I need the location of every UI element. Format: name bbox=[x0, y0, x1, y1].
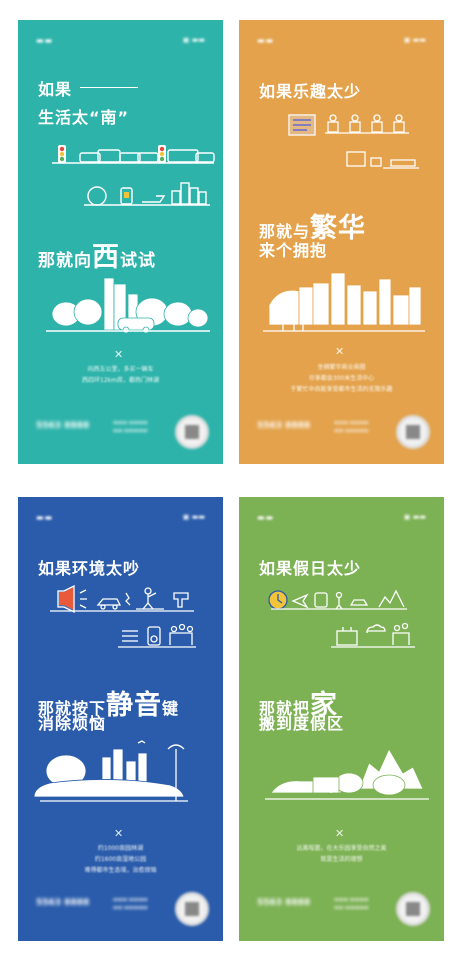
quiet-park-illustration bbox=[33, 740, 188, 802]
poster-fun: ▬▬ ▣ ▬▬ 如果乐趣太少 那就与繁华 来个拥抱 ✕ 坐拥繁华商业商圈 尽享都… bbox=[239, 20, 444, 464]
project-logo: ▣ ▬▬ bbox=[182, 36, 205, 44]
headline-line1: 如果环境太吵 bbox=[38, 559, 141, 578]
qr-code bbox=[175, 415, 209, 449]
headline-rule bbox=[80, 87, 138, 88]
body-line: 尽享都会300米生活中心 bbox=[308, 375, 375, 382]
body-line: 向西五公里，多买一辆车 bbox=[87, 366, 154, 373]
project-logo: ▣ ▬▬ bbox=[403, 513, 426, 521]
brand-logo: ▬▬ bbox=[36, 513, 54, 522]
resort-illustration bbox=[265, 748, 429, 800]
poster-south: ▬▬ ▣ ▬▬ 如果 生活太“南” 那就向西试试 ✕ 向西五公里，多买一辆车 西… bbox=[18, 20, 223, 464]
office-boredom-illustration bbox=[288, 114, 419, 169]
body-line: 约1000亩园林湖 bbox=[97, 845, 144, 852]
qr-code bbox=[396, 415, 430, 449]
headline-line1: 如果乐趣太少 bbox=[259, 82, 362, 101]
headline-line1: 如果 bbox=[38, 80, 73, 99]
traffic-jam-illustration bbox=[52, 145, 215, 206]
poster-holiday: ▬▬ ▣ ▬▬ 如果假日太少 那就把家 搬到度假区 ✕ 远离喧嚣，在大乐园享受自… bbox=[239, 497, 444, 941]
qr-code bbox=[175, 892, 209, 926]
phone-number: 5563 8888 bbox=[36, 898, 90, 908]
body-copy: 坐拥繁华商业商圈 尽享都会300米生活中心 于繁忙中自能享受都市生活的无限乐趣 bbox=[239, 362, 444, 395]
phone-number: 5563 8888 bbox=[257, 898, 311, 908]
travel-illustration bbox=[268, 589, 415, 648]
headline-line2: 生活太“南” bbox=[38, 108, 130, 127]
body-copy: 向西五公里，多买一辆车 西四环12km房，都热门林湖 bbox=[18, 364, 223, 386]
body-line: 远离喧嚣，在大乐园享受自然之美 bbox=[296, 845, 387, 852]
brand-logo: ▬▬ bbox=[257, 36, 275, 45]
headline-line1: 如果假日太少 bbox=[259, 559, 362, 578]
body-line: 于繁忙中自能享受都市生活的无限乐趣 bbox=[290, 386, 393, 393]
park-skyline-illustration bbox=[46, 277, 210, 334]
cta-highlight: 西 bbox=[92, 242, 120, 273]
cta-headline: 那就向西试试 bbox=[38, 235, 156, 274]
body-line: 就是生活的理想 bbox=[320, 856, 363, 863]
divider-cross-icon: ✕ bbox=[335, 345, 345, 358]
body-line: 难得都市生态境，治愈烦恼 bbox=[84, 867, 157, 874]
body-line: 坐拥繁华商业商圈 bbox=[317, 364, 366, 371]
cta-pre: 那就向 bbox=[38, 251, 92, 271]
phone-number: 5563 8888 bbox=[36, 421, 90, 431]
body-line: 西四环12km房，都热门林湖 bbox=[82, 377, 159, 384]
divider-cross-icon: ✕ bbox=[335, 827, 345, 840]
body-copy: 约1000亩园林湖 约1600亩湿地公园 难得都市生态境，治愈烦恼 bbox=[18, 843, 223, 876]
brand-logo: ▬▬ bbox=[36, 36, 54, 45]
city-hug-illustration bbox=[263, 272, 425, 332]
cta-line2: 来个拥抱 bbox=[259, 241, 328, 260]
qr-code bbox=[396, 892, 430, 926]
project-logo: ▣ ▬▬ bbox=[182, 513, 205, 521]
cta-line2: 消除烦恼 bbox=[38, 714, 107, 733]
poster-noise: ▬▬ ▣ ▬▬ 如果环境太吵 那就按下静音键 消除烦恼 ✕ 约1000亩园林湖 … bbox=[18, 497, 223, 941]
divider-cross-icon: ✕ bbox=[114, 348, 124, 361]
brand-logo: ▬▬ bbox=[257, 513, 275, 522]
project-logo: ▣ ▬▬ bbox=[403, 36, 426, 44]
cta-post: 试试 bbox=[120, 251, 156, 271]
cta-line2: 搬到度假区 bbox=[259, 714, 345, 733]
cta-highlight: 静音 bbox=[106, 690, 163, 721]
body-line: 约1600亩湿地公园 bbox=[94, 856, 147, 863]
noise-sources-illustration bbox=[50, 585, 196, 648]
phone-number: 5563 8888 bbox=[257, 421, 311, 431]
body-copy: 远离喧嚣，在大乐园享受自然之美 就是生活的理想 bbox=[239, 843, 444, 865]
cta-post: 键 bbox=[162, 699, 180, 718]
divider-cross-icon: ✕ bbox=[114, 827, 124, 840]
